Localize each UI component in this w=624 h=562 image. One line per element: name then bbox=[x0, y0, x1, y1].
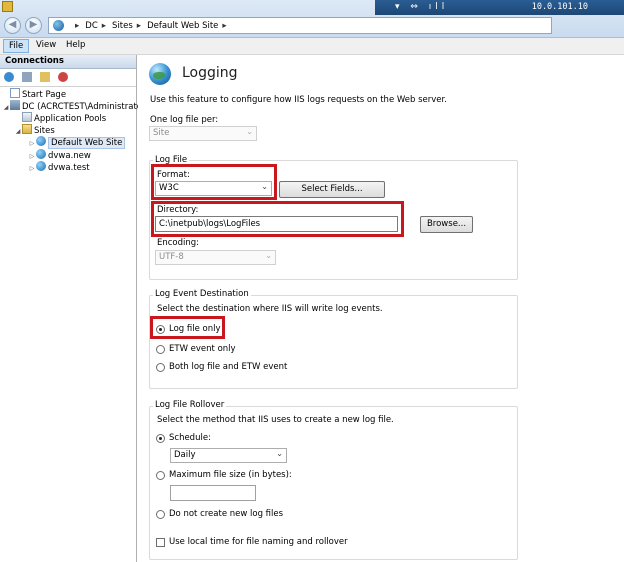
directory-highlight bbox=[151, 201, 404, 237]
radio-etw-only[interactable] bbox=[156, 345, 165, 354]
remote-controls-icon[interactable]: ▾ ⇔ ıll bbox=[395, 2, 448, 12]
rollover-description: Select the method that IIS uses to creat… bbox=[157, 415, 394, 425]
tree-item-sites[interactable]: ◢ Sites bbox=[14, 124, 55, 136]
radio-both-label[interactable]: Both log file and ETW event bbox=[169, 362, 287, 372]
logging-panel: Logging Use this feature to configure ho… bbox=[138, 55, 624, 562]
remote-session-bar: ▾ ⇔ ıll 10.0.101.10 bbox=[375, 0, 624, 15]
remote-ip: 10.0.101.10 bbox=[531, 2, 588, 12]
connections-toolbar bbox=[0, 69, 136, 87]
address-bar-area: ▾ ⇔ ıll 10.0.101.10 ◀ ▶ ▸ DC ▸ Sites ▸ Defaul… bbox=[0, 0, 624, 38]
one-log-select[interactable]: Site ⌄ bbox=[149, 126, 257, 141]
logging-globe-icon bbox=[149, 63, 171, 85]
encoding-label: Encoding: bbox=[157, 238, 200, 248]
browse-button[interactable]: Browse... bbox=[420, 216, 473, 233]
menu-view[interactable]: View bbox=[31, 39, 61, 53]
chevron-right-icon: ▸ bbox=[222, 21, 227, 31]
destination-description: Select the destination where IIS will wr… bbox=[157, 304, 383, 314]
local-time-checkbox[interactable] bbox=[156, 538, 165, 547]
collapse-icon[interactable]: ◢ bbox=[2, 102, 10, 114]
radio-no-new-logs[interactable] bbox=[156, 510, 165, 519]
tree-item-default-web-site[interactable]: ▷ Default Web Site bbox=[28, 136, 126, 149]
chevron-down-icon: ⌄ bbox=[265, 251, 272, 260]
radio-schedule[interactable] bbox=[156, 434, 165, 443]
chevron-right-icon: ▸ bbox=[75, 21, 80, 31]
globe-icon bbox=[53, 20, 64, 31]
app-pools-icon bbox=[22, 112, 32, 122]
address-field[interactable]: ▸ DC ▸ Sites ▸ Default Web Site ▸ bbox=[48, 17, 552, 34]
tree-item-app-pools[interactable]: Application Pools bbox=[14, 112, 106, 124]
local-time-label[interactable]: Use local time for file naming and rollo… bbox=[169, 537, 348, 547]
tree-item-dvwa-new[interactable]: ▷ dvwa.new bbox=[28, 149, 91, 161]
radio-schedule-label[interactable]: Schedule: bbox=[169, 433, 211, 443]
up-folder-icon[interactable] bbox=[40, 72, 50, 82]
format-highlight bbox=[151, 164, 277, 200]
disconnect-icon[interactable] bbox=[58, 72, 68, 82]
sites-folder-icon bbox=[22, 124, 32, 134]
chevron-down-icon: ⌄ bbox=[276, 449, 283, 458]
collapse-icon[interactable]: ◢ bbox=[14, 126, 22, 138]
save-icon[interactable] bbox=[22, 72, 32, 82]
chevron-right-icon: ▸ bbox=[101, 21, 107, 31]
back-button[interactable]: ◀ bbox=[4, 17, 21, 34]
server-icon bbox=[10, 100, 20, 110]
chevron-right-icon: ▸ bbox=[136, 21, 142, 31]
menu-file[interactable]: File bbox=[3, 39, 30, 53]
chevron-down-icon: ⌄ bbox=[246, 127, 253, 136]
globe-icon bbox=[36, 136, 46, 146]
select-fields-button[interactable]: Select Fields... bbox=[279, 181, 385, 198]
max-size-input[interactable] bbox=[170, 485, 256, 501]
tree-item-dvwa-test[interactable]: ▷ dvwa.test bbox=[28, 161, 90, 173]
page-description: Use this feature to configure how IIS lo… bbox=[150, 95, 447, 105]
radio-max-size-label[interactable]: Maximum file size (in bytes): bbox=[169, 470, 292, 480]
schedule-select[interactable]: Daily ⌄ bbox=[170, 448, 287, 463]
breadcrumb-sites[interactable]: Sites bbox=[112, 21, 133, 31]
tree-item-start-page[interactable]: Start Page bbox=[2, 88, 66, 100]
breadcrumb-dc[interactable]: DC bbox=[85, 21, 97, 31]
menu-help[interactable]: Help bbox=[61, 39, 90, 53]
forward-button[interactable]: ▶ bbox=[25, 17, 42, 34]
one-log-label: One log file per: bbox=[150, 115, 219, 125]
globe-icon bbox=[36, 161, 46, 171]
start-page-icon bbox=[10, 88, 20, 98]
log-file-rollover-label: Log File Rollover bbox=[153, 400, 227, 410]
connections-title: Connections bbox=[0, 55, 136, 69]
encoding-select[interactable]: UTF-8 ⌄ bbox=[155, 250, 276, 265]
menu-bar: File View Help bbox=[0, 38, 624, 55]
connect-icon[interactable] bbox=[4, 72, 14, 82]
radio-etw-only-label[interactable]: ETW event only bbox=[169, 344, 236, 354]
tree-item-server[interactable]: ◢ DC (ACRCTEST\Administrato bbox=[2, 100, 142, 112]
radio-both[interactable] bbox=[156, 363, 165, 372]
page-title: Logging bbox=[182, 65, 238, 81]
globe-icon bbox=[36, 149, 46, 159]
breadcrumb: ▸ DC ▸ Sites ▸ Default Web Site ▸ bbox=[71, 21, 233, 31]
log-event-destination-label: Log Event Destination bbox=[153, 289, 251, 299]
log-file-only-highlight bbox=[150, 316, 225, 339]
radio-no-new-logs-label[interactable]: Do not create new log files bbox=[169, 509, 283, 519]
app-icon bbox=[2, 1, 13, 12]
expand-icon[interactable]: ▷ bbox=[28, 163, 36, 175]
breadcrumb-default-web-site[interactable]: Default Web Site bbox=[147, 21, 218, 31]
radio-max-size[interactable] bbox=[156, 471, 165, 480]
connections-pane: Connections Start Page ◢ DC (ACRCTEST\Adm… bbox=[0, 55, 142, 562]
